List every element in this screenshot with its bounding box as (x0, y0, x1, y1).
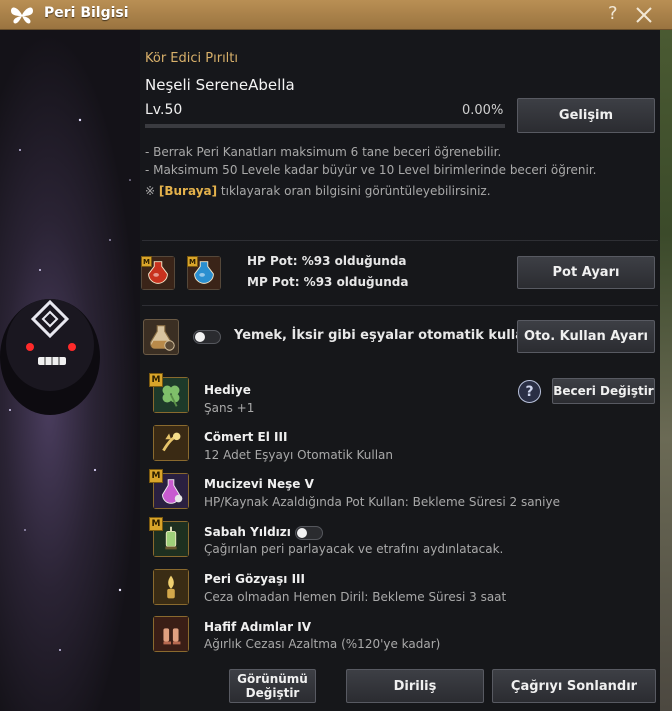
auto-use-description: Yemek, İksir gibi eşyalar otomatik kulla… (234, 328, 557, 343)
mastery-badge: M (149, 469, 163, 483)
skill-name: Mucizevi Neşe V (204, 477, 314, 491)
butterfly-logo-icon (11, 7, 33, 24)
skill-description: Ağırlık Cezası Azaltma (%120'ye kadar) (204, 637, 441, 651)
divider (142, 240, 658, 241)
toggle-knob (195, 332, 205, 342)
mastery-badge: M (149, 373, 163, 387)
help-button[interactable]: ? (608, 3, 618, 24)
description-line-2: - Maksimum 50 Levele kadar büyür ve 10 L… (145, 163, 597, 177)
mastery-badge: M (187, 256, 198, 267)
growth-button[interactable]: Gelişim (517, 98, 655, 133)
mp-potion-threshold: MP Pot: %93 olduğunda (247, 275, 409, 289)
description-line-1: - Berrak Peri Kanatları maksimum 6 tane … (145, 145, 502, 159)
skill-description: HP/Kaynak Azaldığında Pot Kullan: Beklem… (204, 495, 560, 509)
skill-toggle[interactable] (295, 526, 323, 540)
pot-settings-button[interactable]: Pot Ayarı (517, 256, 655, 289)
change-appearance-button[interactable]: Görünümü Değiştir (229, 669, 316, 703)
change-skill-button[interactable]: Beceri Değiştir (552, 378, 655, 404)
mastery-badge: M (141, 256, 152, 267)
pet-name: Neşeli SereneAbella (145, 76, 295, 94)
note-suffix: tıklayarak oran bilgisini görüntüleyebil… (217, 184, 491, 198)
hp-potion-icon[interactable]: M (141, 256, 175, 290)
divider (142, 305, 658, 306)
window-title: Peri Bilgisi (44, 5, 129, 21)
pet-avatar-preview[interactable] (0, 285, 115, 425)
auto-use-settings-button[interactable]: Oto. Kullan Ayarı (517, 320, 655, 353)
revive-button[interactable]: Diriliş (346, 669, 484, 703)
end-summon-button[interactable]: Çağrıyı Sonlandır (492, 669, 656, 703)
skill-name: Sabah Yıldızı (204, 525, 291, 539)
skill-name: Hafif Adımlar IV (204, 620, 311, 634)
skill-name: Peri Gözyaşı III (204, 572, 305, 586)
tear-vial-icon[interactable] (153, 569, 189, 605)
rate-info-link[interactable]: [Buraya] (159, 184, 217, 198)
mp-potion-icon[interactable]: M (187, 256, 221, 290)
peri-info-window: Peri Bilgisi ? Kör Edici Pırıltı Neşeli … (0, 0, 672, 711)
hp-potion-threshold: HP Pot: %93 olduğunda (247, 254, 407, 268)
pet-level: Lv.50 (145, 102, 183, 118)
pet-subtitle: Kör Edici Pırıltı (145, 51, 239, 66)
auto-use-potion-icon[interactable] (143, 319, 179, 355)
world-background-edge (660, 30, 672, 711)
skill-name: Cömert El III (204, 430, 288, 444)
skill-description: Şans +1 (204, 401, 255, 415)
xp-percent: 0.00% (462, 103, 504, 118)
skill-name: Hediye (204, 383, 251, 397)
auto-use-toggle[interactable] (193, 330, 221, 344)
title-bar[interactable]: Peri Bilgisi ? (0, 0, 672, 30)
mastery-badge: M (149, 517, 163, 531)
skill-description: 12 Adet Eşyayı Otomatik Kullan (204, 448, 393, 462)
skill-help-icon[interactable]: ? (518, 380, 541, 403)
feather-boots-icon[interactable] (153, 616, 189, 652)
fairy-hand-icon[interactable] (153, 425, 189, 461)
close-icon[interactable] (633, 2, 655, 26)
skill-description: Çağırılan peri parlayacak ve etrafını ay… (204, 542, 504, 556)
xp-progress-bar (145, 124, 505, 128)
skill-description: Ceza olmadan Hemen Diril: Bekleme Süresi… (204, 590, 507, 604)
rate-info-note: ※ [Buraya] tıklayarak oran bilgisini gör… (145, 184, 491, 198)
toggle-knob (297, 528, 307, 538)
note-prefix: ※ (145, 184, 159, 198)
